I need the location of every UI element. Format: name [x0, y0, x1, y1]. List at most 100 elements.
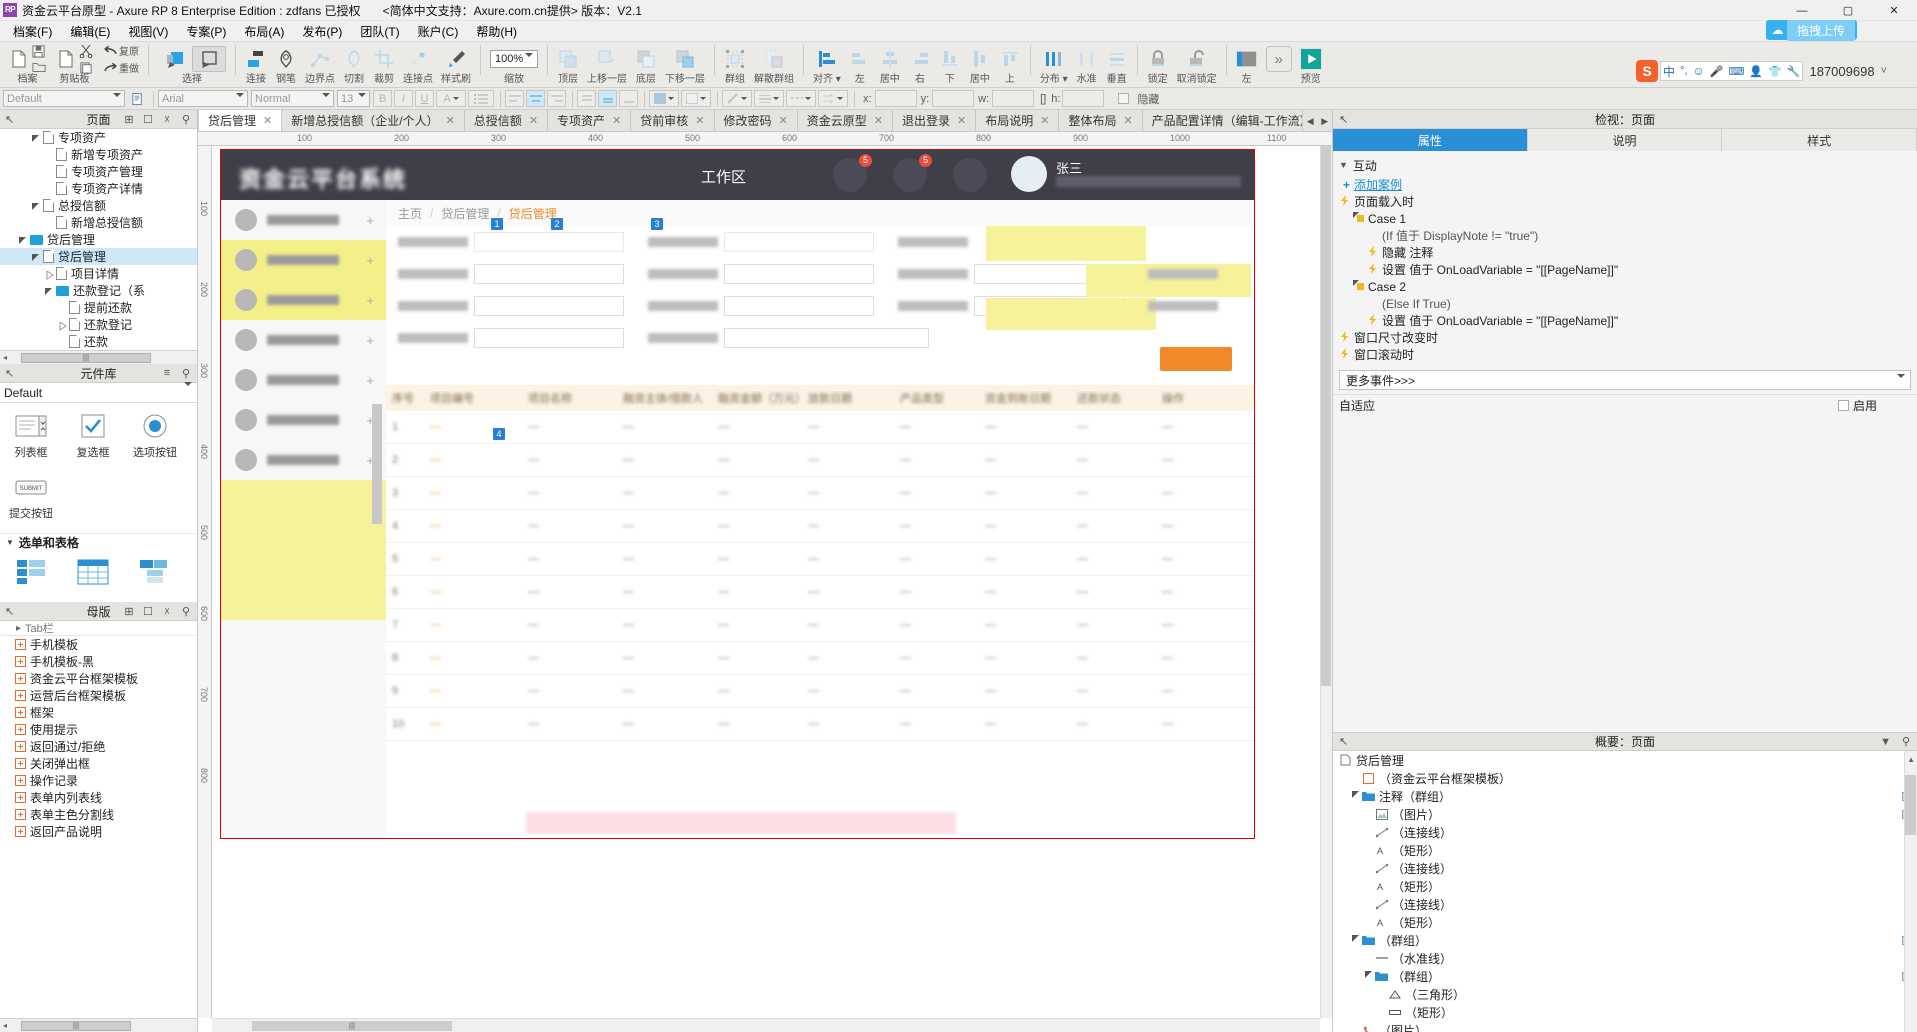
- page-tree-item[interactable]: 新增专项资产: [0, 146, 197, 163]
- redo-icon[interactable]: [102, 60, 119, 76]
- breadcrumb-item[interactable]: 贷后管理: [441, 205, 489, 222]
- style-manager-icon[interactable]: [128, 90, 147, 107]
- form-input[interactable]: [474, 232, 624, 252]
- library-menu-icon[interactable]: ≡: [160, 366, 174, 380]
- expand-down-icon[interactable]: [32, 252, 42, 262]
- text-align-right-button[interactable]: [547, 90, 566, 107]
- masters-collapse-icon[interactable]: ↖: [5, 605, 14, 618]
- canvas-tab[interactable]: 总授信额 ✕: [464, 110, 549, 131]
- font-color-button[interactable]: A: [436, 90, 466, 107]
- master-list-item[interactable]: 表单内列表线: [0, 789, 197, 806]
- table-row[interactable]: 6 — — — — — — — — —: [386, 576, 1254, 609]
- underline-button[interactable]: U: [415, 90, 434, 107]
- distribute-h-icon[interactable]: [1076, 48, 1098, 70]
- page-tree-item[interactable]: 贷后管理: [0, 231, 197, 248]
- select-tool-button[interactable]: [158, 47, 192, 71]
- master-list-item[interactable]: 返回产品说明: [0, 823, 197, 840]
- adaptive-enable-checkbox[interactable]: [1837, 400, 1849, 411]
- valign-bottom-button[interactable]: [619, 90, 638, 107]
- lock-icon[interactable]: [1147, 48, 1169, 70]
- close-tab-icon[interactable]: ✕: [612, 114, 621, 127]
- ime-skin-icon[interactable]: 👕: [1768, 65, 1782, 78]
- outline-v-scrollbar[interactable]: ▲ ▼: [1904, 751, 1917, 1032]
- slice-icon[interactable]: [343, 48, 365, 70]
- outline-item[interactable]: （连接线）: [1333, 859, 1917, 877]
- side-nav-item[interactable]: +: [221, 400, 386, 440]
- italic-button[interactable]: I: [394, 90, 413, 107]
- side-nav-item[interactable]: +: [221, 200, 386, 240]
- account-label[interactable]: 187009698: [1809, 64, 1874, 79]
- expand-down-icon[interactable]: [1365, 969, 1375, 983]
- side-nav-item[interactable]: +: [221, 240, 386, 280]
- masters-search-icon[interactable]: ⚲: [179, 604, 193, 618]
- canvas-tab[interactable]: 退出登录 ✕: [892, 110, 977, 131]
- nav-expand-icon[interactable]: +: [366, 293, 374, 308]
- close-tab-icon[interactable]: ✕: [1040, 114, 1049, 127]
- add-folder-icon[interactable]: ☐: [141, 112, 155, 126]
- unlock-icon[interactable]: [1186, 48, 1208, 70]
- ime-emoji-icon[interactable]: ☺: [1693, 64, 1705, 78]
- ime-punct-icon[interactable]: °,: [1680, 65, 1687, 77]
- account-chevron-down-icon[interactable]: ˅: [1881, 65, 1887, 77]
- table-cell[interactable]: —: [424, 454, 522, 466]
- table-cell[interactable]: —: [424, 586, 522, 598]
- tab-properties[interactable]: 属性: [1333, 129, 1528, 151]
- distribute-v-icon[interactable]: [1106, 48, 1128, 70]
- bullet-list-button[interactable]: [468, 90, 494, 107]
- h-input[interactable]: [1062, 90, 1105, 107]
- library-item-menu-horizontal[interactable]: [124, 557, 186, 590]
- canvas-tab[interactable]: 贷后管理 ✕: [198, 110, 283, 131]
- interaction-event-row[interactable]: 页面载入时: [1339, 194, 1917, 211]
- table-row[interactable]: 10 — — — — — — — — —: [386, 708, 1254, 741]
- close-tab-icon[interactable]: ✕: [779, 114, 788, 127]
- canvas-tab[interactable]: 整体布局 ✕: [1059, 110, 1143, 131]
- header-icon-3[interactable]: [953, 158, 987, 192]
- submit-button[interactable]: [1160, 347, 1232, 371]
- marquee-tool-button[interactable]: [192, 46, 226, 72]
- align-bottom-icon[interactable]: [939, 48, 961, 70]
- table-cell[interactable]: —: [424, 553, 522, 565]
- side-nav-item[interactable]: +: [221, 360, 386, 400]
- outline-item[interactable]: （连接线）: [1333, 823, 1917, 841]
- master-list-item[interactable]: 关闭弹出框: [0, 755, 197, 772]
- font-family-select[interactable]: Arial: [158, 90, 248, 109]
- form-input[interactable]: [474, 264, 624, 284]
- interaction-event-row[interactable]: 设置 值于 OnLoadVariable = "[[PageName]]": [1339, 313, 1917, 330]
- outline-filter-icon[interactable]: ▼: [1880, 736, 1891, 748]
- interaction-section-header[interactable]: ▼ 互动: [1333, 155, 1917, 175]
- canvas-tab[interactable]: 修改密码 ✕: [714, 110, 798, 131]
- add-master-folder-icon[interactable]: ☐: [141, 604, 155, 618]
- add-case-button[interactable]: + 添加案例: [1333, 175, 1917, 194]
- group-icon[interactable]: [724, 48, 746, 70]
- interaction-event-row[interactable]: 隐藏 注释: [1339, 245, 1917, 262]
- page-tree-item[interactable]: 还款登记: [0, 316, 197, 333]
- annotation-badge[interactable]: 1: [491, 218, 503, 230]
- interaction-event-row[interactable]: (If 值于 DisplayNote != "true"): [1339, 228, 1917, 245]
- avatar[interactable]: [1011, 156, 1047, 192]
- library-item-checkbox[interactable]: 复选框: [62, 411, 124, 460]
- menu-item-edit[interactable]: 编辑(E): [61, 21, 119, 42]
- outline-item[interactable]: 注释（群组）: [1333, 787, 1917, 805]
- pages-scroll-thumb[interactable]: |||: [21, 352, 152, 363]
- link-size-icon[interactable]: []: [1040, 93, 1046, 105]
- align-center-icon[interactable]: [879, 48, 901, 70]
- close-tab-icon[interactable]: ✕: [529, 114, 538, 127]
- side-nav-item[interactable]: +: [221, 280, 386, 320]
- masters-h-scrollbar[interactable]: ◂ |||: [0, 1018, 197, 1032]
- masters-root-row[interactable]: ▸ Tab栏: [0, 621, 197, 636]
- outline-collapse-icon[interactable]: ↖: [1339, 735, 1348, 748]
- add-page-icon[interactable]: ⊞: [122, 112, 136, 126]
- form-input[interactable]: [724, 328, 929, 348]
- menu-item-file[interactable]: 档案(F): [4, 21, 61, 42]
- connection-point-icon[interactable]: [407, 48, 429, 70]
- maximize-button[interactable]: ▢: [1825, 0, 1871, 21]
- save-icon[interactable]: [30, 43, 47, 59]
- canvas-tab[interactable]: 贷前审核 ✕: [631, 110, 715, 131]
- align-icon[interactable]: [816, 48, 838, 70]
- line-color-button[interactable]: [722, 90, 752, 107]
- tab-scroll-right-icon[interactable]: ▶: [1321, 116, 1328, 127]
- master-list-item[interactable]: 手机模板: [0, 636, 197, 653]
- paste-icon[interactable]: [77, 59, 94, 75]
- open-folder-icon[interactable]: [30, 59, 47, 75]
- outline-item[interactable]: （群组）: [1333, 967, 1917, 985]
